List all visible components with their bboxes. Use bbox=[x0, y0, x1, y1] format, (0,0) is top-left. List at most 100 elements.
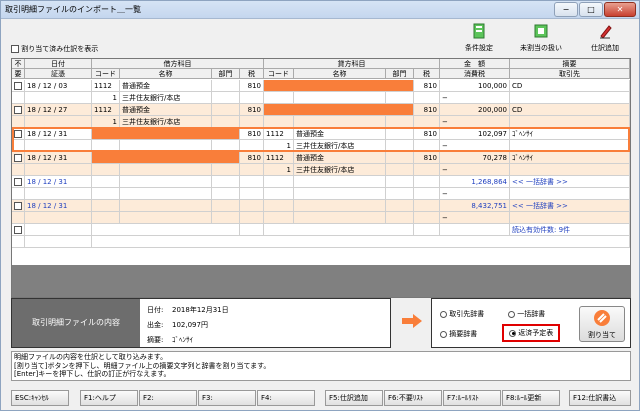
debit-tax[interactable] bbox=[240, 200, 264, 212]
option-summary-dict[interactable]: 摘要辞書 bbox=[440, 329, 477, 339]
debit-dept[interactable] bbox=[212, 80, 240, 92]
debit-dept[interactable] bbox=[212, 176, 240, 188]
credit-sub-code[interactable]: 1 bbox=[264, 140, 294, 152]
row-voucher[interactable] bbox=[25, 188, 92, 200]
row-amount[interactable]: 200,000 bbox=[440, 104, 510, 116]
credit-sub-name[interactable] bbox=[294, 212, 386, 224]
credit-sub-code[interactable]: 1 bbox=[264, 164, 294, 176]
show-assigned-checkbox[interactable] bbox=[11, 45, 19, 53]
debit-sub-name[interactable] bbox=[120, 164, 212, 176]
credit-sub-tax[interactable] bbox=[414, 188, 440, 200]
row-consumption-tax[interactable]: − bbox=[440, 116, 510, 128]
row-summary[interactable]: << 一括辞書 >> bbox=[510, 176, 630, 188]
credit-dept[interactable] bbox=[386, 152, 414, 164]
debit-sub-code[interactable] bbox=[92, 140, 120, 152]
debit-tax[interactable] bbox=[240, 176, 264, 188]
credit-sub-code[interactable] bbox=[264, 92, 294, 104]
debit-sub-tax[interactable] bbox=[240, 92, 264, 104]
row-date[interactable]: 18 / 12 / 03 bbox=[25, 80, 92, 92]
row-summary[interactable]: ｺﾞﾍﾝｻｲ bbox=[510, 128, 630, 140]
row-date[interactable]: 18 / 12 / 31 bbox=[25, 200, 92, 212]
close-button[interactable]: ✕ bbox=[604, 2, 636, 17]
row-date[interactable]: 18 / 12 / 31 bbox=[25, 176, 92, 188]
row-amount[interactable]: 100,000 bbox=[440, 80, 510, 92]
credit-name[interactable]: 普通預金 bbox=[294, 152, 386, 164]
fkey-f6[interactable]: F6:不要ﾘｽﾄ bbox=[384, 390, 442, 406]
credit-dept[interactable] bbox=[386, 176, 414, 188]
credit-sub-dept[interactable] bbox=[386, 140, 414, 152]
row-blank[interactable] bbox=[12, 212, 25, 224]
credit-name[interactable]: 普通預金 bbox=[294, 128, 386, 140]
row-blank[interactable] bbox=[12, 92, 25, 104]
debit-sub-tax[interactable] bbox=[240, 212, 264, 224]
credit-sub-code[interactable] bbox=[264, 116, 294, 128]
debit-sub-code[interactable] bbox=[92, 188, 120, 200]
row-voucher[interactable] bbox=[25, 212, 92, 224]
credit-code[interactable]: 1112 bbox=[264, 128, 294, 140]
row-consumption-tax[interactable]: − bbox=[440, 164, 510, 176]
credit-sub-dept[interactable] bbox=[386, 164, 414, 176]
row-amount[interactable]: 70,278 bbox=[440, 152, 510, 164]
credit-sub-name[interactable] bbox=[294, 116, 386, 128]
debit-tax[interactable]: 810 bbox=[240, 128, 264, 140]
condition-settings-button[interactable]: 条件設定 bbox=[453, 23, 505, 53]
credit-name[interactable] bbox=[264, 224, 414, 236]
row-summary[interactable]: CD bbox=[510, 80, 630, 92]
row-blank[interactable] bbox=[25, 236, 92, 248]
debit-sub-code[interactable] bbox=[92, 212, 120, 224]
row-blank[interactable] bbox=[12, 236, 25, 248]
debit-sub-name[interactable]: 三井住友銀行/本店 bbox=[120, 92, 212, 104]
fkey-f4[interactable]: F4: bbox=[257, 390, 315, 406]
credit-sub-tax[interactable] bbox=[414, 164, 440, 176]
row-date[interactable]: 18 / 12 / 31 bbox=[25, 128, 92, 140]
unassigned-handling-button[interactable]: 未割当の扱い bbox=[515, 23, 567, 53]
credit-sub-dept[interactable] bbox=[386, 92, 414, 104]
row-unneeded-checkbox[interactable] bbox=[12, 80, 25, 92]
credit-sub-tax[interactable] bbox=[414, 212, 440, 224]
debit-sub-tax[interactable] bbox=[240, 116, 264, 128]
debit-sub-tax[interactable] bbox=[240, 140, 264, 152]
row-summary[interactable]: << 一括辞書 >> bbox=[510, 200, 630, 212]
row-unneeded-checkbox[interactable] bbox=[12, 128, 25, 140]
credit-tax[interactable]: 810 bbox=[414, 104, 440, 116]
credit-dept[interactable] bbox=[386, 200, 414, 212]
debit-name[interactable]: 普通預金 bbox=[120, 80, 212, 92]
debit-sub-dept[interactable] bbox=[212, 164, 240, 176]
option-partner-dict[interactable]: 取引先辞書 bbox=[440, 309, 484, 319]
row-date[interactable] bbox=[25, 224, 92, 236]
unneeded-check[interactable] bbox=[14, 178, 22, 186]
row-unneeded-checkbox[interactable] bbox=[12, 152, 25, 164]
credit-sub-name[interactable]: 三井住友銀行/本店 bbox=[294, 164, 386, 176]
debit-sub-dept[interactable] bbox=[212, 212, 240, 224]
row-voucher[interactable] bbox=[25, 116, 92, 128]
credit-sub-code[interactable] bbox=[264, 212, 294, 224]
debit-sub-name[interactable]: 三井住友銀行/本店 bbox=[120, 116, 212, 128]
unneeded-check[interactable] bbox=[14, 154, 22, 162]
row-voucher[interactable] bbox=[25, 92, 92, 104]
debit-sub-code[interactable]: 1 bbox=[92, 92, 120, 104]
debit-account-unassigned[interactable] bbox=[92, 152, 240, 164]
credit-tax[interactable] bbox=[414, 176, 440, 188]
row-blank[interactable] bbox=[12, 116, 25, 128]
credit-name[interactable] bbox=[294, 176, 386, 188]
row-unneeded-checkbox[interactable] bbox=[12, 104, 25, 116]
credit-account-unassigned[interactable] bbox=[264, 104, 414, 116]
credit-tax[interactable] bbox=[414, 224, 440, 236]
row-partner[interactable] bbox=[510, 116, 630, 128]
fkey-f8[interactable]: F8:ﾙｰﾙ更新 bbox=[502, 390, 560, 406]
fkey-f7[interactable]: F7:ﾙｰﾙﾘｽﾄ bbox=[443, 390, 501, 406]
debit-code[interactable]: 1112 bbox=[92, 80, 120, 92]
row-blank[interactable] bbox=[92, 236, 630, 248]
row-partner[interactable] bbox=[510, 212, 630, 224]
debit-tax[interactable] bbox=[240, 224, 264, 236]
debit-code[interactable] bbox=[92, 200, 120, 212]
credit-sub-name[interactable] bbox=[294, 188, 386, 200]
debit-name[interactable] bbox=[92, 224, 240, 236]
debit-sub-dept[interactable] bbox=[212, 92, 240, 104]
debit-code[interactable]: 1112 bbox=[92, 104, 120, 116]
credit-sub-tax[interactable] bbox=[414, 140, 440, 152]
row-partner[interactable] bbox=[510, 140, 630, 152]
fkey-f2[interactable]: F2: bbox=[139, 390, 197, 406]
debit-tax[interactable]: 810 bbox=[240, 152, 264, 164]
assign-button[interactable]: 割り当て bbox=[579, 306, 625, 342]
